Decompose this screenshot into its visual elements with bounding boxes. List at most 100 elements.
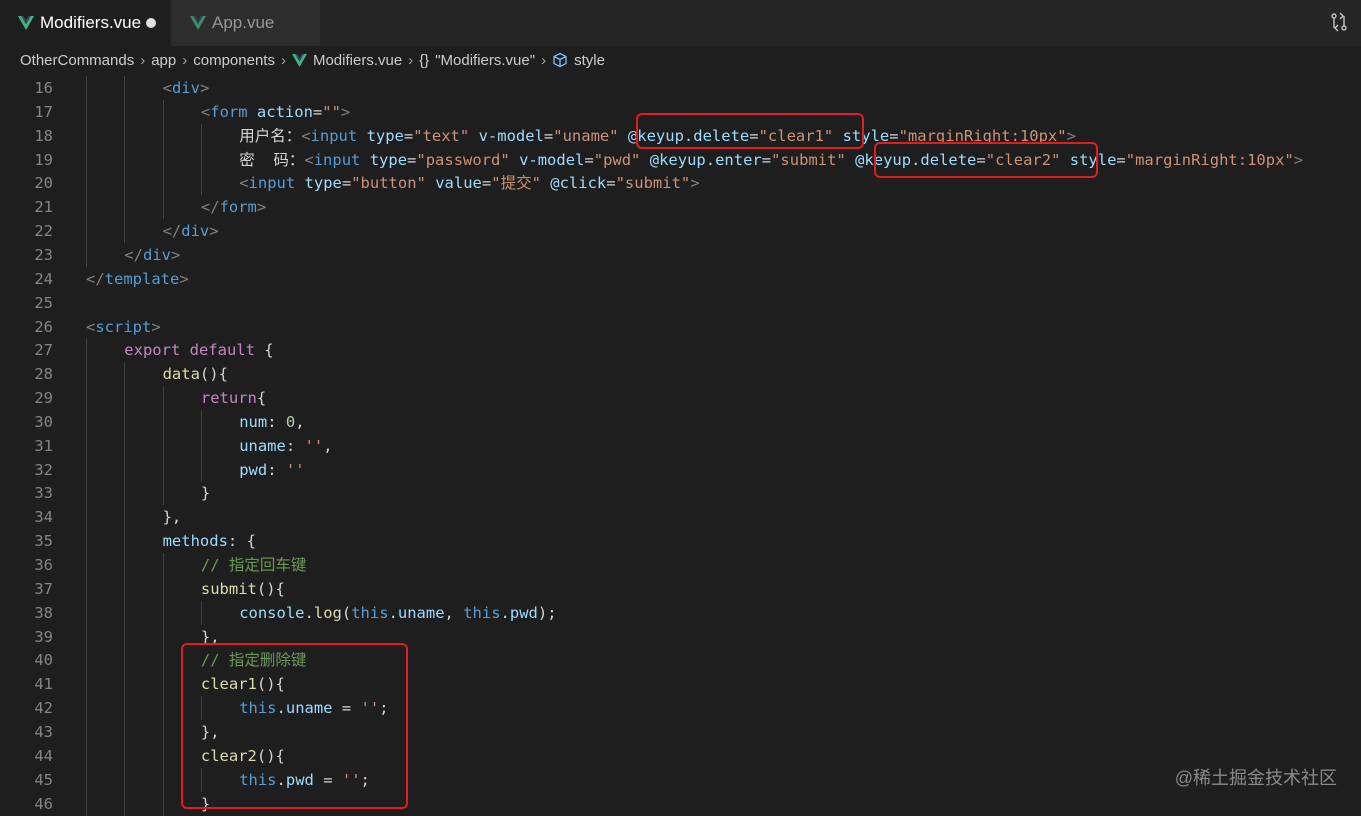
code-token: "marginRight:10px" <box>1125 150 1294 169</box>
indent-guide <box>124 386 126 411</box>
code-line[interactable]: 32 pwd: '' <box>0 457 1361 482</box>
code-token: type <box>304 174 342 193</box>
line-number: 21 <box>34 198 53 217</box>
code-token: form <box>210 102 248 121</box>
line-number: 30 <box>34 412 53 431</box>
breadcrumb-folder[interactable]: app <box>151 52 176 69</box>
code-text: </template> <box>86 267 189 291</box>
code-line[interactable]: 25 <box>0 291 1361 315</box>
code-line[interactable]: 22 </div> <box>0 219 1361 244</box>
code-line[interactable]: 35 methods: { <box>0 529 1361 554</box>
code-token: num <box>239 412 268 431</box>
indent-guide <box>162 171 164 196</box>
code-line[interactable]: 19 密 码：<input type="password" v-model="pw… <box>0 147 1361 172</box>
chevron-right-icon: › <box>280 51 286 69</box>
indent-guide <box>124 719 126 744</box>
code-token: "提交" <box>491 174 541 193</box>
code-token: < <box>200 102 211 121</box>
indent-guide <box>162 696 164 721</box>
indent-guide <box>124 481 126 506</box>
code-line[interactable]: 30 num: 0, <box>0 409 1361 434</box>
code-token: type <box>366 126 404 145</box>
code-token: > <box>256 198 267 217</box>
code-line[interactable]: 36 // 指定回车键 <box>0 553 1361 577</box>
breadcrumb-file[interactable]: Modifiers.vue <box>313 52 402 69</box>
indent-guide <box>86 147 87 172</box>
breadcrumb-folder[interactable]: components <box>193 52 275 69</box>
code-token: = <box>341 174 352 193</box>
code-token: @click <box>550 174 607 193</box>
code-line[interactable]: 20 <input type="button" value="提交" @click… <box>0 171 1361 196</box>
indent-guide <box>162 99 164 124</box>
chevron-right-icon: › <box>182 51 188 69</box>
indent-guide <box>200 409 202 434</box>
code-token: = <box>1116 150 1126 169</box>
indent-guide <box>86 576 87 601</box>
line-number: 31 <box>34 436 53 455</box>
tab-app-vue[interactable]: App.vue <box>172 0 320 46</box>
line-number: 44 <box>34 746 53 765</box>
line-number: 41 <box>34 675 53 694</box>
code-token: { <box>256 389 267 408</box>
code-line[interactable]: 23 </div> <box>0 242 1361 267</box>
code-line[interactable]: 33} <box>0 481 1361 506</box>
code-token: ( <box>341 603 352 622</box>
breadcrumb-folder[interactable]: OtherCommands <box>20 52 134 69</box>
code-line[interactable]: 21 </form> <box>0 195 1361 220</box>
code-token: </ <box>124 245 143 264</box>
code-text: 密 码：<input type="password" v-model="pwd"… <box>239 148 1303 172</box>
code-line[interactable]: 27 export default { <box>0 338 1361 363</box>
indent-guide <box>124 195 126 220</box>
code-line[interactable]: 34}, <box>0 505 1361 530</box>
code-token: v-model <box>519 150 585 169</box>
code-token: = <box>481 174 492 193</box>
indent-guide <box>124 505 126 530</box>
code-token: 密 码： <box>239 150 305 169</box>
indent-guide <box>86 743 87 768</box>
line-number: 29 <box>34 389 53 408</box>
line-number: 26 <box>34 317 53 336</box>
indent-guide <box>124 409 126 434</box>
indent-guide <box>86 195 87 220</box>
indent-guide <box>124 529 126 554</box>
code-token: uname <box>397 603 445 622</box>
code-token: = <box>543 126 554 145</box>
code-token: = <box>606 174 616 193</box>
breadcrumb-symbol[interactable]: style <box>574 52 605 69</box>
line-number: 23 <box>34 245 53 264</box>
code-line[interactable]: 26 <script> <box>0 315 1361 339</box>
indent-guide <box>162 576 164 601</box>
line-number: 32 <box>34 460 53 479</box>
code-line[interactable]: 24 </template> <box>0 267 1361 291</box>
indent-guide <box>124 672 126 697</box>
code-token: this <box>463 603 501 622</box>
code-token: = <box>312 102 323 121</box>
code-token: 用户名： <box>239 126 302 145</box>
code-token: "password" <box>416 150 510 169</box>
indent-guide <box>86 505 87 530</box>
code-text: pwd: '' <box>239 458 304 482</box>
code-line[interactable]: 16 <div> <box>0 76 1361 100</box>
code-line[interactable]: 28 data(){ <box>0 362 1361 387</box>
open-changes-icon[interactable] <box>1329 12 1349 32</box>
breadcrumb-symbol[interactable]: "Modifiers.vue" <box>435 52 535 69</box>
indent-guide <box>200 147 202 172</box>
line-number: 37 <box>34 579 53 598</box>
code-line[interactable]: 38 console.log(this.uname, this.pwd); <box>0 600 1361 625</box>
code-token: input <box>313 150 361 169</box>
tab-modifiers-vue[interactable]: Modifiers.vue <box>0 0 170 46</box>
code-line[interactable]: 31 uname: '', <box>0 433 1361 458</box>
line-number: 24 <box>34 269 53 288</box>
code-token: , <box>323 436 333 455</box>
indent-guide <box>124 123 126 148</box>
code-text: methods: { <box>163 529 256 553</box>
code-line[interactable]: 37 submit(){ <box>0 576 1361 601</box>
code-token: '' <box>285 460 305 479</box>
code-token: div <box>181 222 210 241</box>
code-text: data(){ <box>163 362 228 386</box>
indent-guide <box>86 99 87 124</box>
code-line[interactable]: 29 return{ <box>0 386 1361 411</box>
unsaved-dot-icon[interactable] <box>146 18 156 28</box>
